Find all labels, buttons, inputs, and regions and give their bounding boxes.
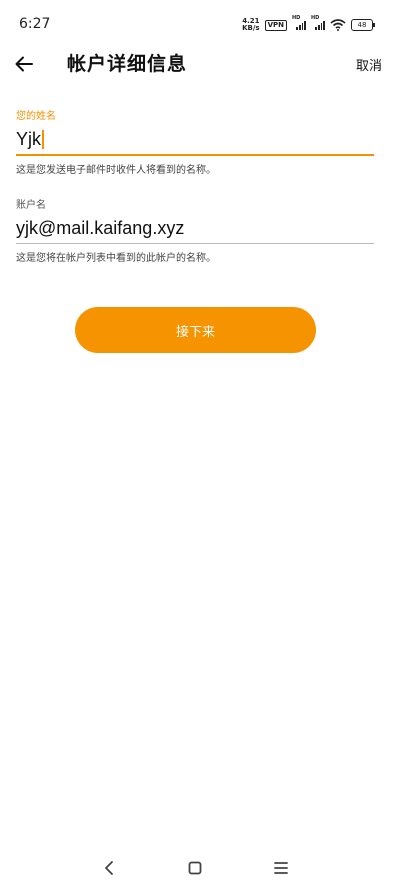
account-name-input[interactable]: yjk@mail.kaifang.xyz bbox=[16, 213, 374, 244]
square-home-icon bbox=[188, 861, 202, 875]
name-field-label: 您的姓名 bbox=[16, 111, 56, 122]
page-title: 帐户详细信息 bbox=[67, 53, 188, 75]
nav-home-button[interactable] bbox=[182, 855, 208, 881]
nav-menu-button[interactable] bbox=[268, 855, 294, 881]
arrow-left-icon bbox=[15, 56, 33, 72]
signal-icon: HD bbox=[311, 15, 325, 30]
status-icons: 4.21 KB/s VPN HD HD 48 bbox=[242, 15, 375, 32]
account-name-value: yjk@mail.kaifang.xyz bbox=[16, 217, 185, 238]
signal-hd-label: HD bbox=[292, 15, 301, 21]
account-name-label: 账户名 bbox=[16, 200, 46, 211]
nav-back-button[interactable] bbox=[96, 855, 122, 881]
next-button[interactable]: 接下来 bbox=[75, 307, 316, 353]
account-name-field: 账户名 yjk@mail.kaifang.xyz 这是您将在帐户列表中看到的此帐… bbox=[16, 199, 374, 264]
battery-level: 48 bbox=[357, 21, 367, 29]
battery-icon: 48 bbox=[351, 19, 375, 31]
signal-icon: HD bbox=[292, 15, 306, 30]
system-nav-bar bbox=[0, 847, 405, 887]
name-field-hint: 这是您发送电子邮件时收件人将看到的名称。 bbox=[16, 165, 216, 176]
name-field: 您的姓名 Yjk 这是您发送电子邮件时收件人将看到的名称。 bbox=[16, 110, 374, 176]
hamburger-menu-icon bbox=[274, 862, 288, 874]
status-time: 6:27 bbox=[19, 16, 51, 32]
name-input[interactable]: Yjk bbox=[16, 124, 374, 156]
back-button[interactable] bbox=[10, 50, 38, 78]
account-name-hint: 这是您将在帐户列表中看到的此帐户的名称。 bbox=[16, 253, 216, 264]
chevron-left-icon bbox=[105, 861, 113, 875]
status-bar: 6:27 4.21 KB/s VPN HD HD 48 bbox=[0, 0, 405, 50]
cancel-button[interactable]: 取消 bbox=[356, 55, 382, 74]
vpn-badge: VPN bbox=[264, 19, 287, 31]
signal-hd-label: HD bbox=[311, 15, 320, 21]
network-speed-unit: KB/s bbox=[242, 24, 260, 32]
text-cursor bbox=[42, 129, 45, 149]
name-input-value: Yjk bbox=[16, 128, 42, 149]
wifi-icon bbox=[330, 19, 346, 31]
network-speed: 4.21 KB/s bbox=[242, 18, 259, 32]
